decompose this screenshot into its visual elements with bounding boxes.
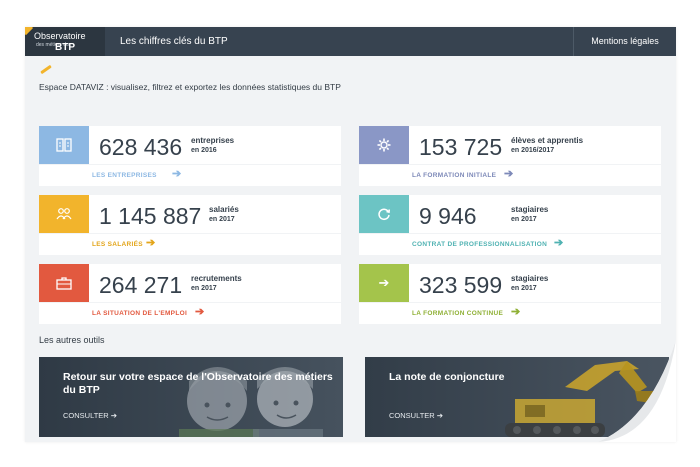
stat-label: stagiaires <box>511 274 549 283</box>
arrow-right-icon: ➔ <box>172 168 182 180</box>
logo-accent <box>25 27 34 36</box>
stat-period: en 2017 <box>511 216 537 223</box>
building-icon <box>39 126 89 164</box>
stat-label: stagiaires <box>511 205 549 214</box>
stat-card-entreprises: 628 436 entreprises en 2016 LES ENTREPRI… <box>39 126 341 186</box>
tile-eleves <box>359 126 409 164</box>
promo-title: Retour sur votre espace de l'Observatoir… <box>63 371 333 396</box>
link-salaries[interactable]: LES SALARIÉS ➔ <box>39 234 341 255</box>
promo-title: La note de conjoncture <box>389 371 505 383</box>
briefcase-icon <box>39 264 89 302</box>
stat-label: élèves et apprentis <box>511 136 584 145</box>
stat-box: 323 599 stagiaires en 2017 <box>409 264 661 302</box>
stat-card-stagiaires-pro: 9 946 stagiaires en 2017 CONTRAT DE PROF… <box>359 195 661 255</box>
link-emploi[interactable]: LA SITUATION DE L'EMPLOI ➔ <box>39 303 341 324</box>
stat-period: en 2016 <box>191 147 217 154</box>
people-icon <box>39 195 89 233</box>
arrow-right-icon: ➔ <box>195 306 205 318</box>
gear-icon <box>359 126 409 164</box>
pencil-icon <box>40 64 52 75</box>
promo-illustration-people <box>39 357 343 437</box>
intro-text: Espace DATAVIZ : visualisez, filtrez et … <box>39 82 341 92</box>
arrow-right-icon: ➔ <box>554 237 564 249</box>
logo-line3: BTP <box>55 42 75 53</box>
promo-observatoire[interactable]: Retour sur votre espace de l'Observatoir… <box>39 357 343 437</box>
promo-conjoncture[interactable]: La note de conjoncture CONSULTER ➔ <box>365 357 669 437</box>
link-formation-continue[interactable]: LA FORMATION CONTINUE ➔ <box>359 303 661 324</box>
stat-period: en 2016/2017 <box>511 147 555 154</box>
stat-label: recrutements <box>191 274 242 283</box>
stat-value: 1 145 887 <box>99 203 202 229</box>
tile-stagiaires-pro <box>359 195 409 233</box>
stat-period: en 2017 <box>209 216 235 223</box>
stat-box: 628 436 entreprises en 2016 <box>89 126 341 164</box>
tile-stagiaires-continue: ➔ <box>359 264 409 302</box>
link-label: LES ENTREPRISES <box>92 172 157 179</box>
stat-period: en 2017 <box>191 285 217 292</box>
link-contrat-pro[interactable]: CONTRAT DE PROFESSIONNALISATION ➔ <box>359 234 661 255</box>
link-label: LA SITUATION DE L'EMPLOI <box>92 310 188 317</box>
arrow-right-icon: ➔ <box>504 168 514 180</box>
link-label: LES SALARIÉS <box>92 241 143 248</box>
stat-box: 153 725 élèves et apprentis en 2016/2017 <box>409 126 661 164</box>
link-label: LA FORMATION INITIALE <box>412 172 497 179</box>
arrow-right-icon: ➔ <box>511 306 521 318</box>
arrow-right-icon: ➔ <box>378 275 390 290</box>
legal-link[interactable]: Mentions légales <box>573 27 676 56</box>
tile-entreprises <box>39 126 89 164</box>
top-header: Observatoire des métiers du BTP Les chif… <box>25 27 676 56</box>
stat-box: 264 271 recrutements en 2017 <box>89 264 341 302</box>
link-formation-initiale[interactable]: LA FORMATION INITIALE ➔ <box>359 165 661 186</box>
site-logo[interactable]: Observatoire des métiers du BTP <box>25 27 105 56</box>
link-label: LA FORMATION CONTINUE <box>412 310 504 317</box>
stat-value: 264 271 <box>99 272 183 298</box>
stat-label: entreprises <box>191 136 235 145</box>
stat-card-eleves: 153 725 élèves et apprentis en 2016/2017… <box>359 126 661 186</box>
link-entreprises[interactable]: LES ENTREPRISES ➔ <box>39 165 341 186</box>
stat-label: salariés <box>209 205 239 214</box>
stat-value: 323 599 <box>419 272 503 298</box>
arrow-right-icon: ➔ <box>146 237 156 249</box>
stat-box: 1 145 887 salariés en 2017 <box>89 195 341 233</box>
stat-value: 9 946 <box>419 203 477 229</box>
stat-box: 9 946 stagiaires en 2017 <box>409 195 661 233</box>
stat-card-stagiaires-continue: ➔ 323 599 stagiaires en 2017 LA FORMATIO… <box>359 264 661 324</box>
link-label: CONTRAT DE PROFESSIONNALISATION <box>412 241 548 248</box>
page-title: Les chiffres clés du BTP <box>120 36 228 47</box>
tile-recrutements <box>39 264 89 302</box>
section-title-others: Les autres outils <box>39 335 105 345</box>
promo-cta[interactable]: CONSULTER ➔ <box>389 411 443 421</box>
stat-value: 153 725 <box>419 134 503 160</box>
stat-value: 628 436 <box>99 134 183 160</box>
promo-illustration-excavator <box>365 357 669 437</box>
logo-line1: Observatoire <box>34 31 86 41</box>
stat-card-salaries: 1 145 887 salariés en 2017 LES SALARIÉS … <box>39 195 341 255</box>
stat-card-recrutements: 264 271 recrutements en 2017 LA SITUATIO… <box>39 264 341 324</box>
tile-salaries <box>39 195 89 233</box>
promo-cta[interactable]: CONSULTER ➔ <box>63 411 117 421</box>
stat-period: en 2017 <box>511 285 537 292</box>
page-frame: Observatoire des métiers du BTP Les chif… <box>25 27 676 442</box>
cycle-icon <box>359 195 409 233</box>
